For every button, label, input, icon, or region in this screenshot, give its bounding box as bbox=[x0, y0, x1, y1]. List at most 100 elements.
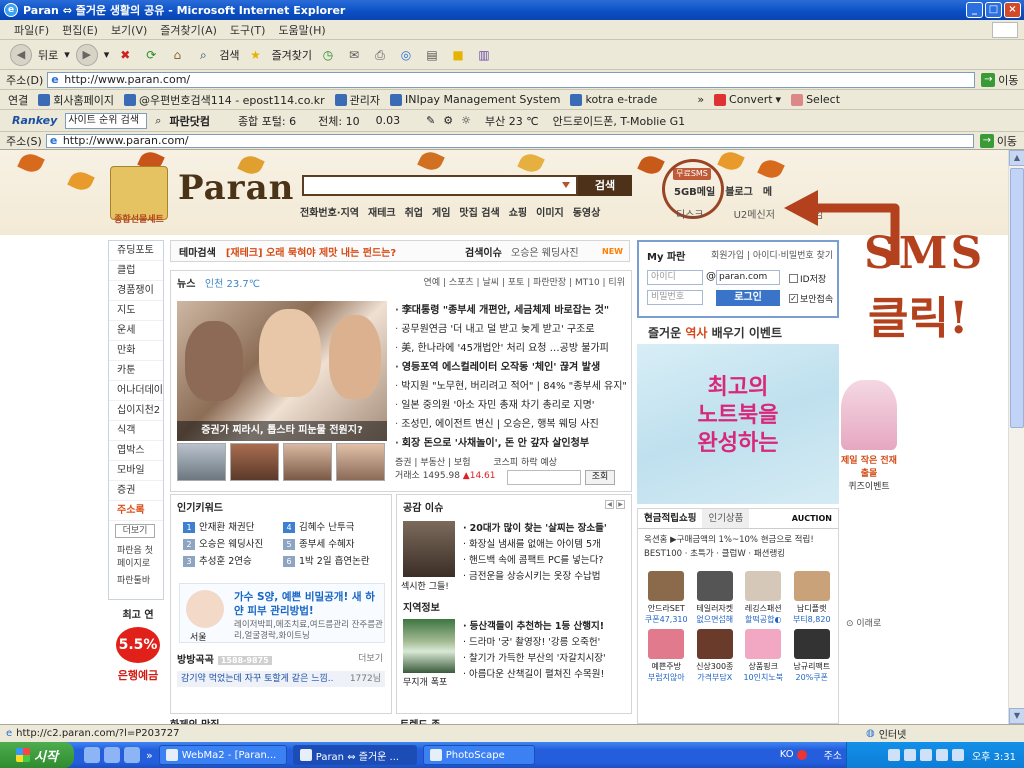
link-admin[interactable]: 관리자 bbox=[334, 92, 380, 108]
nav-games[interactable]: 게임 bbox=[432, 204, 450, 219]
news-item[interactable]: 영등포역 에스컬레이터 오작동 '체인' 끊겨 발생 bbox=[395, 358, 627, 377]
favorites-button[interactable]: 즐겨찾기 bbox=[272, 47, 312, 63]
skincare-ad[interactable]: 서울 가수 S양, 예쁜 비밀공개! 새 하얀 피부 관리방법! 레이저박피,메… bbox=[179, 583, 385, 643]
note-icon[interactable]: ■ bbox=[448, 45, 468, 65]
news-title[interactable]: 뉴스 bbox=[177, 279, 195, 290]
product-item[interactable]: 테일러자켓 없으면섭해 bbox=[691, 571, 740, 625]
minimize-button[interactable]: _ bbox=[966, 2, 983, 18]
bbs-more-link[interactable]: 더보기 bbox=[358, 651, 383, 664]
leftnav-more-button[interactable]: 더보기 bbox=[115, 524, 155, 538]
region-item[interactable]: 찰기가 가득한 부산의 '자갈치시장' bbox=[463, 651, 629, 667]
region-item[interactable]: 드라마 '궁' 촬영장! '강릉 오죽헌' bbox=[463, 635, 629, 651]
scroll-down-link[interactable]: ⊙ 이래로 bbox=[846, 616, 881, 629]
messenger-icon[interactable]: ◎ bbox=[396, 45, 416, 65]
disk-link[interactable]: 디스크 bbox=[676, 206, 704, 221]
leftnav-item[interactable]: 클럽 bbox=[109, 261, 163, 281]
link-inipay[interactable]: INIpay Management System bbox=[390, 93, 560, 106]
menu-view[interactable]: 보기(V) bbox=[111, 22, 147, 38]
keyword-item[interactable]: 4 김혜수 난투극 bbox=[283, 519, 383, 533]
news-item[interactable]: 李대통령 "종부세 개편안, 세금체제 바로잡는 것" bbox=[395, 301, 627, 320]
messenger-link[interactable]: 메 bbox=[763, 183, 772, 198]
mail-icon[interactable]: ✉ bbox=[344, 45, 364, 65]
issue-item[interactable]: 화장실 냄새를 없애는 아이템 5개 bbox=[463, 537, 629, 553]
address-input[interactable]: http://www.paran.com/ bbox=[47, 71, 976, 88]
news-thumbnail[interactable] bbox=[177, 443, 226, 481]
rankey-weather[interactable]: 부산 23 ℃ bbox=[485, 113, 539, 129]
paran-search-button[interactable]: 검색 bbox=[578, 175, 632, 196]
product-item[interactable]: 신상300종 가격부담X bbox=[691, 629, 740, 683]
shield-icon[interactable] bbox=[887, 749, 900, 761]
rankey-search-select[interactable]: 사이트 순위 검색 bbox=[65, 112, 148, 129]
bbs-post[interactable]: 감기약 먹었는데 자꾸 토할게 같은 느낌.. 1772님 bbox=[177, 671, 385, 687]
news-thumbnail[interactable] bbox=[336, 443, 385, 481]
vertical-scrollbar[interactable]: ▲ ▼ bbox=[1008, 150, 1024, 724]
leftnav-item[interactable]: 운세 bbox=[109, 321, 163, 341]
menu-help[interactable]: 도움말(H) bbox=[278, 22, 325, 38]
link-company[interactable]: 회사홈페이지 bbox=[38, 92, 114, 108]
leftnav-item[interactable]: 카툰 bbox=[109, 361, 163, 381]
scroll-down-icon[interactable]: ▼ bbox=[1009, 708, 1024, 724]
research-icon[interactable]: ▥ bbox=[474, 45, 494, 65]
laptop-ad[interactable]: 최고의 노트북을 완성하는 bbox=[637, 344, 839, 504]
login-button[interactable]: 로그인 bbox=[716, 290, 780, 306]
rankey-news[interactable]: 안드로이드폰, T-Moblie G1 bbox=[553, 113, 686, 129]
secure-login-checkbox[interactable]: ✓ 보안접속 bbox=[789, 292, 833, 305]
quicklaunch-overflow-icon[interactable]: » bbox=[146, 749, 153, 762]
leftnav-item[interactable]: 만화 bbox=[109, 341, 163, 361]
set-homepage-link[interactable]: 파란음 첫페이지로 bbox=[109, 541, 163, 571]
news-weather[interactable]: 인천 23.7℃ bbox=[205, 279, 260, 290]
news-item[interactable]: 조성민, 에이전트 변신 | 오승은, 행복 웨딩 사진 bbox=[395, 415, 627, 434]
keyword-item[interactable]: 2 오승은 웨딩사진 bbox=[183, 536, 283, 550]
leftnav-item[interactable]: 어나더데이 bbox=[109, 381, 163, 401]
stock-search-button[interactable]: 조회 bbox=[585, 470, 615, 485]
product-item[interactable]: 납디플랫 부티8,820 bbox=[788, 571, 837, 625]
leftnav-item[interactable]: 십이지천2 bbox=[109, 401, 163, 421]
keyword-item[interactable]: 3 추성훈 2연승 bbox=[183, 553, 283, 567]
issue-item[interactable]: 금전운을 상승시키는 옷장 수납법 bbox=[463, 569, 629, 585]
bulb-icon[interactable]: ☼ bbox=[461, 114, 471, 127]
paran-search-input[interactable] bbox=[302, 175, 578, 196]
nav-video[interactable]: 동영상 bbox=[573, 204, 601, 219]
news-thumbnail[interactable] bbox=[283, 443, 332, 481]
search-issue-item[interactable]: 오승은 웨딩사진 bbox=[511, 244, 579, 259]
star-icon[interactable]: ★ bbox=[246, 45, 266, 65]
forward-dropdown-icon[interactable]: ▾ bbox=[104, 48, 110, 61]
stock-tabs[interactable]: 증권 | 부동산 | 보험 bbox=[395, 458, 470, 468]
save-id-checkbox[interactable]: ID저장 bbox=[789, 272, 826, 285]
rankey-search-icon[interactable]: ⌕ bbox=[155, 114, 161, 128]
login-links[interactable]: 회원가입 | 아이디·비밀번호 찾기 bbox=[711, 248, 833, 261]
leftnav-item-addressbook[interactable]: 주소록 bbox=[109, 501, 163, 521]
news-thumbnail[interactable] bbox=[230, 443, 279, 481]
volume-icon[interactable] bbox=[919, 749, 932, 761]
quiz-event-ad[interactable]: 제일 작은 전재 출몰 퀴즈이벤트 bbox=[838, 380, 900, 498]
go2-button[interactable]: → 이동 bbox=[979, 133, 1017, 149]
product-item[interactable]: 예쁜주방 부럽지않아 bbox=[642, 629, 691, 683]
task-photoscape[interactable]: PhotoScape bbox=[422, 745, 535, 765]
theme-headline[interactable]: [재테크] 오래 묵혀야 제맛 내는 펀드는? bbox=[226, 244, 396, 259]
home-icon[interactable]: ⌂ bbox=[167, 45, 187, 65]
leftnav-item[interactable]: 지도 bbox=[109, 301, 163, 321]
rankey-logo[interactable]: Rankey bbox=[12, 114, 57, 127]
folder-quicklaunch-icon[interactable] bbox=[104, 747, 120, 763]
back-dropdown-icon[interactable]: ▾ bbox=[64, 48, 70, 61]
pencil-icon[interactable]: ✎ bbox=[426, 114, 435, 127]
search-button[interactable]: 검색 bbox=[219, 47, 239, 63]
close-button[interactable]: × bbox=[1004, 2, 1021, 18]
history-icon[interactable]: ◷ bbox=[318, 45, 338, 65]
select-button[interactable]: Select bbox=[791, 93, 840, 106]
leftnav-item[interactable]: 경품쟁이 bbox=[109, 281, 163, 301]
nav-finance[interactable]: 재테크 bbox=[368, 204, 396, 219]
news-photo-caption[interactable]: 증권가 찌라시, 톱스타 피눈물 전원지? bbox=[177, 421, 387, 441]
links-overflow-icon[interactable]: » bbox=[697, 93, 704, 106]
menu-tools[interactable]: 도구(T) bbox=[230, 22, 266, 38]
language-bar[interactable]: KO 주소 bbox=[780, 747, 842, 762]
nav-restaurants[interactable]: 맛집 검색 bbox=[459, 204, 499, 219]
keyword-item[interactable]: 1 안재환 채권단 bbox=[183, 519, 283, 533]
u2-messenger-link[interactable]: U2메신저 bbox=[734, 206, 775, 221]
start-button[interactable]: 시작 bbox=[0, 742, 74, 768]
forward-arrow-icon[interactable]: ▶ bbox=[75, 43, 98, 66]
network-icon[interactable] bbox=[903, 749, 916, 761]
tools-icon[interactable]: ⚙ bbox=[443, 114, 453, 127]
news-item[interactable]: 회장 돈으로 '사채놀이', 돈 안 갚자 살인청부 bbox=[395, 434, 627, 453]
leftnav-item[interactable]: 증권 bbox=[109, 481, 163, 501]
